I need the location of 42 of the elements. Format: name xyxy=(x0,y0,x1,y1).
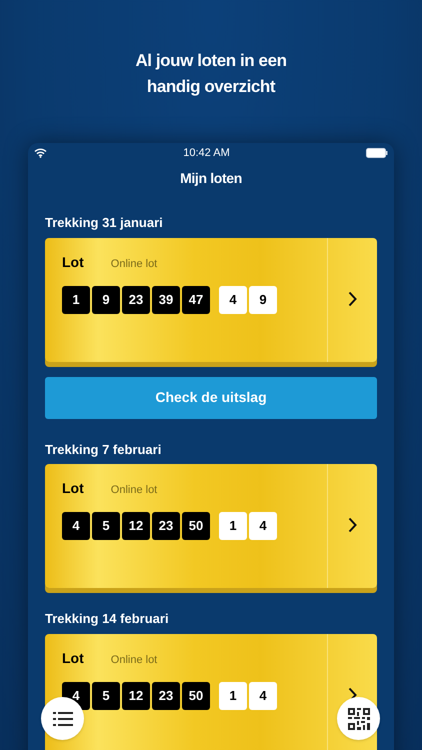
screen-title: Mijn loten xyxy=(180,169,242,188)
battery-icon xyxy=(366,148,388,158)
lottery-number: 12 xyxy=(122,512,150,540)
lottery-number: 50 xyxy=(182,682,210,710)
lottery-number: 39 xyxy=(152,286,180,314)
headline: handig overzicht xyxy=(146,76,276,98)
bonus-number: 4 xyxy=(249,682,277,710)
bonus-number: 4 xyxy=(249,512,277,540)
lottery-number: 50 xyxy=(182,512,210,540)
lottery-number: 47 xyxy=(182,286,210,314)
bonus-number: 1 xyxy=(219,512,247,540)
chevron-right-icon[interactable] xyxy=(348,517,357,533)
ticket-type: Online lot xyxy=(110,483,158,498)
ticket-card[interactable]: Lot Online lot 1 9 23 39 47 4 9 xyxy=(45,238,377,362)
ticket-label: Lot xyxy=(62,252,84,272)
ticket-card[interactable]: Lot Online lot 4 5 12 23 50 1 4 xyxy=(45,634,377,750)
bonus-number: 9 xyxy=(249,286,277,314)
lottery-number: 9 xyxy=(92,286,120,314)
draw-date-label: Trekking 7 februari xyxy=(45,440,162,459)
headline: Al jouw loten in een xyxy=(135,50,287,72)
lottery-number: 4 xyxy=(62,512,90,540)
list-icon xyxy=(52,712,72,726)
ticket-type: Online lot xyxy=(110,652,158,668)
lottery-number: 23 xyxy=(152,512,180,540)
ticket-label: Lot xyxy=(62,648,84,668)
draw-date-label: Trekking 31 januari xyxy=(45,214,164,232)
ticket-label: Lot xyxy=(62,479,84,498)
lottery-number: 23 xyxy=(152,682,180,710)
bonus-number: 1 xyxy=(219,682,247,710)
chevron-right-icon[interactable] xyxy=(348,290,357,306)
draw-date-label: Trekking 14 februari xyxy=(45,610,170,628)
qr-code-icon xyxy=(348,708,370,730)
lottery-number: 1 xyxy=(62,286,90,314)
lottery-number: 12 xyxy=(122,682,150,710)
ticket-type: Online lot xyxy=(110,256,158,272)
lottery-number: 5 xyxy=(92,682,120,710)
wifi-icon xyxy=(34,148,47,158)
bonus-number: 4 xyxy=(219,286,247,314)
ticket-card[interactable]: Lot Online lot 4 5 12 23 50 1 4 xyxy=(45,464,377,588)
lottery-number: 23 xyxy=(122,286,150,314)
lottery-number: 5 xyxy=(92,512,120,540)
status-time: 10:42 AM xyxy=(183,146,230,161)
